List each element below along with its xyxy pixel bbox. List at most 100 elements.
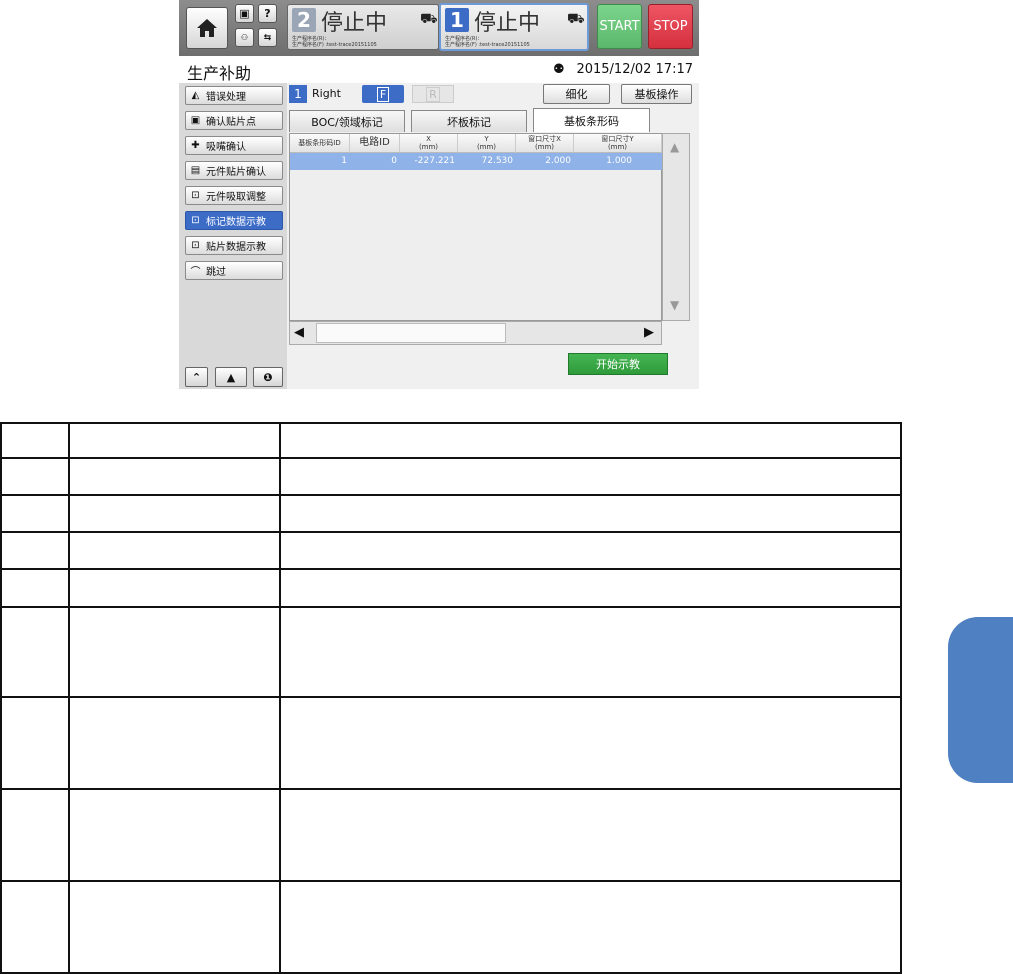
table-row [0,696,902,790]
stop-button[interactable]: STOP [648,4,693,49]
column-header[interactable]: X (mm) [400,134,458,153]
table-row [0,788,902,882]
column-header[interactable]: 窗口尺寸X (mm) [516,134,574,153]
tab-boc-mark[interactable]: BOC/领域标记 [289,110,405,132]
pickup-adjust-icon: ⊡ [191,190,200,201]
table-cell: 0 [350,153,400,170]
table-row [0,531,902,570]
table-row [0,457,902,496]
datetime: 2015/12/02 17:17 [576,62,693,77]
detail-button[interactable]: 细化 [543,84,610,104]
scroll-right-icon[interactable]: ▶ [644,325,654,340]
collapse-button[interactable]: ⌃ [185,367,208,387]
sidebar-item-label: 元件贴片确认 [206,167,266,178]
lane-label: Right [312,87,341,100]
operator-button[interactable]: ⚇ [235,28,254,47]
sidebar-item-label: 跳过 [206,267,226,278]
sidebar-item-label: 标记数据示教 [206,217,266,228]
column-header[interactable]: 电路ID [350,134,400,153]
help-button[interactable]: ? [258,4,277,23]
board-operation-button[interactable]: 基板操作 [621,84,692,104]
table-row [0,494,902,533]
start-button[interactable]: START [597,4,642,49]
device-icon: ▣ [239,7,250,20]
table-row [0,422,902,459]
sidebar-item-placement-check[interactable]: ▣ 确认贴片点 [185,111,283,130]
sidebar-item-label: 吸嘴确认 [206,142,246,153]
lane-2-status-panel[interactable]: 2 停止中 ⛟ 生产程序名(R)： 生产程序名(F) :test-trace20… [287,4,439,50]
sidebar-item-label: 元件吸取调整 [206,192,266,203]
start-teach-button[interactable]: 开始示教 [568,353,668,375]
table-cell: 1.000 [574,153,662,170]
barcode-table: 基板条形码ID 电路ID X (mm) Y (mm) 窗口尺寸X (mm) 窗口尺寸Y… [289,133,662,321]
page-title: 生产补助 [187,64,252,83]
horizontal-scrollbar[interactable]: ◀ ▶ [289,321,662,345]
user-icon: ⚉ [553,62,565,77]
scroll-up-icon[interactable]: ▲ [670,140,679,154]
table-row [0,606,902,698]
rear-toggle[interactable]: R [412,85,454,103]
column-header[interactable]: Y (mm) [458,134,516,153]
sidebar: ◭ 错误处理 ▣ 确认贴片点 ✚ 吸嘴确认 ▤ 元件贴片确认 ⊡ 元件吸取调整 ⊡ 标记数据… [179,83,287,389]
sidebar-item-nozzle-check[interactable]: ✚ 吸嘴确认 [185,136,283,155]
table-row [0,568,902,608]
tab-board-barcode[interactable]: 基板条形码 [533,108,650,132]
conveyor-icon: ⇆ [263,32,272,43]
sidebar-item-label: 确认贴片点 [206,117,256,128]
home-icon [197,19,217,37]
sidebar-item-mark-teach[interactable]: ⊡ 标记数据示教 [185,211,283,230]
sidebar-item-component-mount-check[interactable]: ▤ 元件贴片确认 [185,161,283,180]
table-cell: 72.530 [458,153,516,170]
program-front: 生产程序名(F) :test-trace20151105 [292,42,377,48]
machine-state-icon: ⛟ [420,11,438,27]
scroll-down-icon[interactable]: ▼ [670,298,679,312]
main-panel: 1 Right F R 细化 基板操作 BOC/领域标记 坏板标记 基板条形码 … [287,83,699,389]
help-icon: ? [264,7,271,20]
title-bar: 生产补助 ⚉ 2015/12/02 17:17 [179,56,699,83]
column-header[interactable]: 基板条形码ID [290,134,350,153]
table-cell: 2.000 [516,153,574,170]
skip-icon: ⌒ [190,267,201,278]
conveyor-button[interactable]: ⇆ [258,28,277,47]
sidebar-item-label: 贴片数据示教 [206,242,266,253]
sidebar-item-placement-teach[interactable]: ⊡ 贴片数据示教 [185,236,283,255]
scroll-thumb[interactable] [316,323,506,343]
table-cell: -227.221 [400,153,458,170]
mark-teach-icon: ⊡ [191,215,200,226]
machine-ui-screenshot: ▣ ? ⚇ ⇆ 2 停止中 ⛟ 生产程序名(R)： 生产程序名(F) :test… [179,0,699,389]
placement-teach-icon: ⊡ [191,240,200,251]
table-row[interactable]: 1 0 -227.221 72.530 2.000 1.000 [290,153,662,170]
document-table [0,422,902,974]
vertical-scrollbar[interactable]: ▲ ▼ [662,133,690,321]
nozzle-icon: ✚ [191,140,200,151]
sidebar-item-error-handling[interactable]: ◭ 错误处理 [185,86,283,105]
error-handling-icon: ◭ [191,90,200,101]
machine-state-icon: ⛟ [567,11,585,27]
lane-selector[interactable]: 1 [289,85,307,103]
device-button[interactable]: ▣ [235,4,254,23]
top-bar: ▣ ? ⚇ ⇆ 2 停止中 ⛟ 生产程序名(R)： 生产程序名(F) :test… [179,0,699,56]
info-icon: ❶ [263,370,273,384]
column-header[interactable]: 窗口尺寸Y (mm) [574,134,662,153]
warning-button[interactable]: ▲ [215,367,247,387]
sidebar-item-label: 错误处理 [206,92,246,103]
home-button[interactable] [186,7,228,49]
front-toggle[interactable]: F [362,85,404,103]
lane-status: 停止中 [474,11,541,36]
lane-1-status-panel[interactable]: 1 停止中 ⛟ 生产程序名(R)： 生产程序名(F) :test-trace20… [439,3,589,51]
sidebar-item-skip[interactable]: ⌒ 跳过 [185,261,283,280]
info-button[interactable]: ❶ [253,367,283,387]
tab-bad-board-mark[interactable]: 坏板标记 [411,110,527,132]
placement-check-icon: ▣ [190,115,201,126]
sidebar-item-pickup-adjust[interactable]: ⊡ 元件吸取调整 [185,186,283,205]
operator-icon: ⚇ [240,33,249,42]
warning-icon: ▲ [226,370,236,384]
table-row [0,880,902,974]
lane-number: 2 [292,8,316,32]
table-cell: 1 [290,153,350,170]
scroll-left-icon[interactable]: ◀ [294,325,304,340]
double-chevron-up-icon: ⌃ [191,370,202,384]
lane-status: 停止中 [321,11,388,36]
chapter-thumb-tab [948,617,1013,783]
component-mount-icon: ▤ [190,165,201,176]
